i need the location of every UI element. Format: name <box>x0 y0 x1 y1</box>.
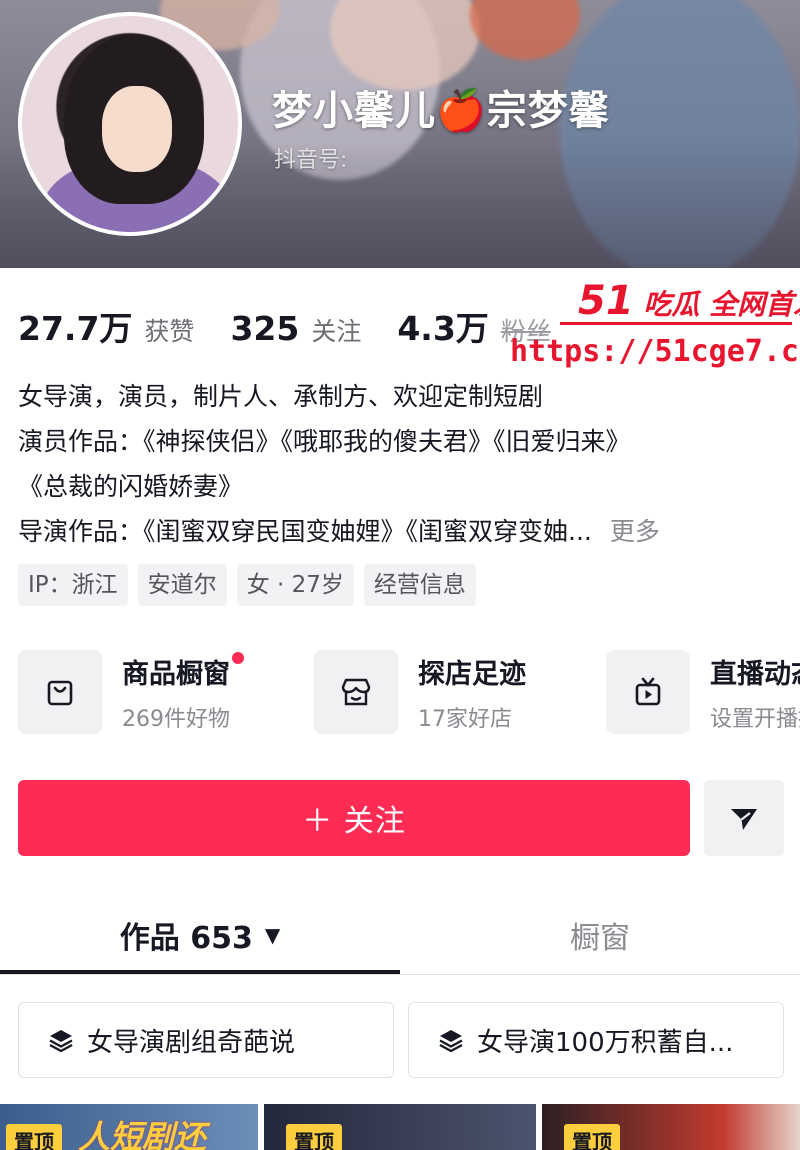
share-button[interactable] <box>704 780 784 856</box>
bio-line: 演员作品：《神探侠侣》《哦耶我的傻夫君》《旧爱归来》 <box>18 427 631 456</box>
stat-likes-value: 27.7万 <box>18 309 133 348</box>
stat-likes[interactable]: 27.7万 获赞 <box>18 302 194 350</box>
pinned-badge: 置顶 <box>564 1124 620 1150</box>
profile-stats: 27.7万 获赞 325 关注 4.3万 粉丝 <box>18 302 587 350</box>
feature-live-updates[interactable]: 直播动态 设置开播提醒 <box>606 648 800 736</box>
stat-followers-value: 4.3万 <box>397 309 489 348</box>
bio-line: 《总裁的闪婚娇妻》 <box>18 472 244 501</box>
tab-divider <box>0 974 800 975</box>
feature-live-updates-subtitle: 设置开播提醒 <box>710 706 800 732</box>
profile-name: 梦小馨儿🍎宗梦馨 <box>272 88 610 134</box>
pinned-badge: 置顶 <box>286 1124 342 1150</box>
layers-icon <box>49 1030 73 1053</box>
video-caption: 人短剧还 <box>78 1118 207 1150</box>
send-arrow-icon <box>731 809 757 830</box>
stat-following-label: 关注 <box>311 317 362 346</box>
profile-tags: IP：浙江 安道尔 女 · 27岁 经营信息 <box>18 564 486 606</box>
video-thumbnail[interactable]: 置顶 <box>542 1104 800 1150</box>
feature-store-visits-subtitle: 17家好店 <box>418 706 512 732</box>
tv-icon <box>606 650 690 734</box>
playlist-label: 女导演剧组奇葩说 <box>87 1027 296 1058</box>
tab-showcase[interactable]: 橱窗 <box>400 898 800 972</box>
stat-following[interactable]: 325 关注 <box>230 309 361 348</box>
feature-store-visits-title: 探店足迹 <box>418 658 526 690</box>
watermark-brand-number: 51 <box>578 278 634 324</box>
caret-down-icon: ▼ <box>264 923 281 947</box>
douyin-id-label[interactable]: 抖音号: <box>274 142 347 174</box>
profile-banner: 梦小馨儿🍎宗梦馨 抖音号: <box>0 0 800 268</box>
bio-more-link[interactable]: 更多 <box>610 517 660 546</box>
playlist-chip[interactable]: 女导演剧组奇葩说 <box>18 1002 394 1078</box>
playlist-chip[interactable]: 女导演100万积蓄自... <box>408 1002 784 1078</box>
content-tabs: 作品 653 ▼ 橱窗 <box>0 898 800 978</box>
profile-bio[interactable]: 女导演，演员，制片人、承制方、欢迎定制短剧 演员作品：《神探侠侣》《哦耶我的傻夫… <box>18 374 788 554</box>
feature-shop-window[interactable]: 商品橱窗 269件好物 <box>18 648 244 736</box>
layers-icon <box>439 1030 463 1053</box>
follow-button[interactable]: ＋ 关注 <box>18 780 690 856</box>
avatar[interactable] <box>18 12 242 236</box>
tag-gender-age: 女 · 27岁 <box>236 564 354 606</box>
feature-cards: 商品橱窗 269件好物 探店足迹 17家好店 直播动态 设置开播提醒 <box>18 648 800 740</box>
pinned-badge: 置顶 <box>6 1124 62 1150</box>
watermark-brand: 51 吃瓜 全网首发 <box>578 278 800 324</box>
tag-business-info[interactable]: 经营信息 <box>363 564 476 606</box>
bio-line: 女导演，演员，制片人、承制方、欢迎定制短剧 <box>18 382 544 411</box>
store-icon <box>314 650 398 734</box>
bio-line-text: 导演作品：《闺蜜双穿民国变妯娌》《闺蜜双穿变妯... <box>18 517 592 546</box>
feature-live-updates-title: 直播动态 <box>710 658 800 690</box>
tag-location: 安道尔 <box>137 564 227 606</box>
video-grid: 置顶 人短剧还 置顶 置顶 <box>0 1104 800 1150</box>
shopping-bag-icon <box>18 650 102 734</box>
tag-ip: IP：浙江 <box>18 564 128 606</box>
bio-line-last: 导演作品：《闺蜜双穿民国变妯娌》《闺蜜双穿变妯... 更多 <box>18 509 788 554</box>
stat-likes-label: 获赞 <box>144 317 195 346</box>
watermark-underline <box>560 322 792 325</box>
video-thumbnail[interactable]: 置顶 人短剧还 <box>0 1104 258 1150</box>
tab-works-label: 作品 653 <box>119 921 253 956</box>
tab-works[interactable]: 作品 653 ▼ <box>0 898 400 972</box>
avatar-face <box>102 86 172 172</box>
feature-store-visits[interactable]: 探店足迹 17家好店 <box>314 648 526 736</box>
notification-dot <box>232 651 244 664</box>
watermark-brand-text: 吃瓜 全网首发 <box>643 288 800 321</box>
feature-shop-window-subtitle: 269件好物 <box>122 706 230 732</box>
stat-following-value: 325 <box>230 309 300 348</box>
feature-shop-window-title: 商品橱窗 <box>122 651 244 691</box>
watermark-url: https://51cge7.com <box>510 334 800 369</box>
banner-photo-shape <box>470 0 580 60</box>
video-thumbnail[interactable]: 置顶 <box>264 1104 536 1150</box>
playlist-label: 女导演100万积蓄自... <box>477 1027 734 1058</box>
